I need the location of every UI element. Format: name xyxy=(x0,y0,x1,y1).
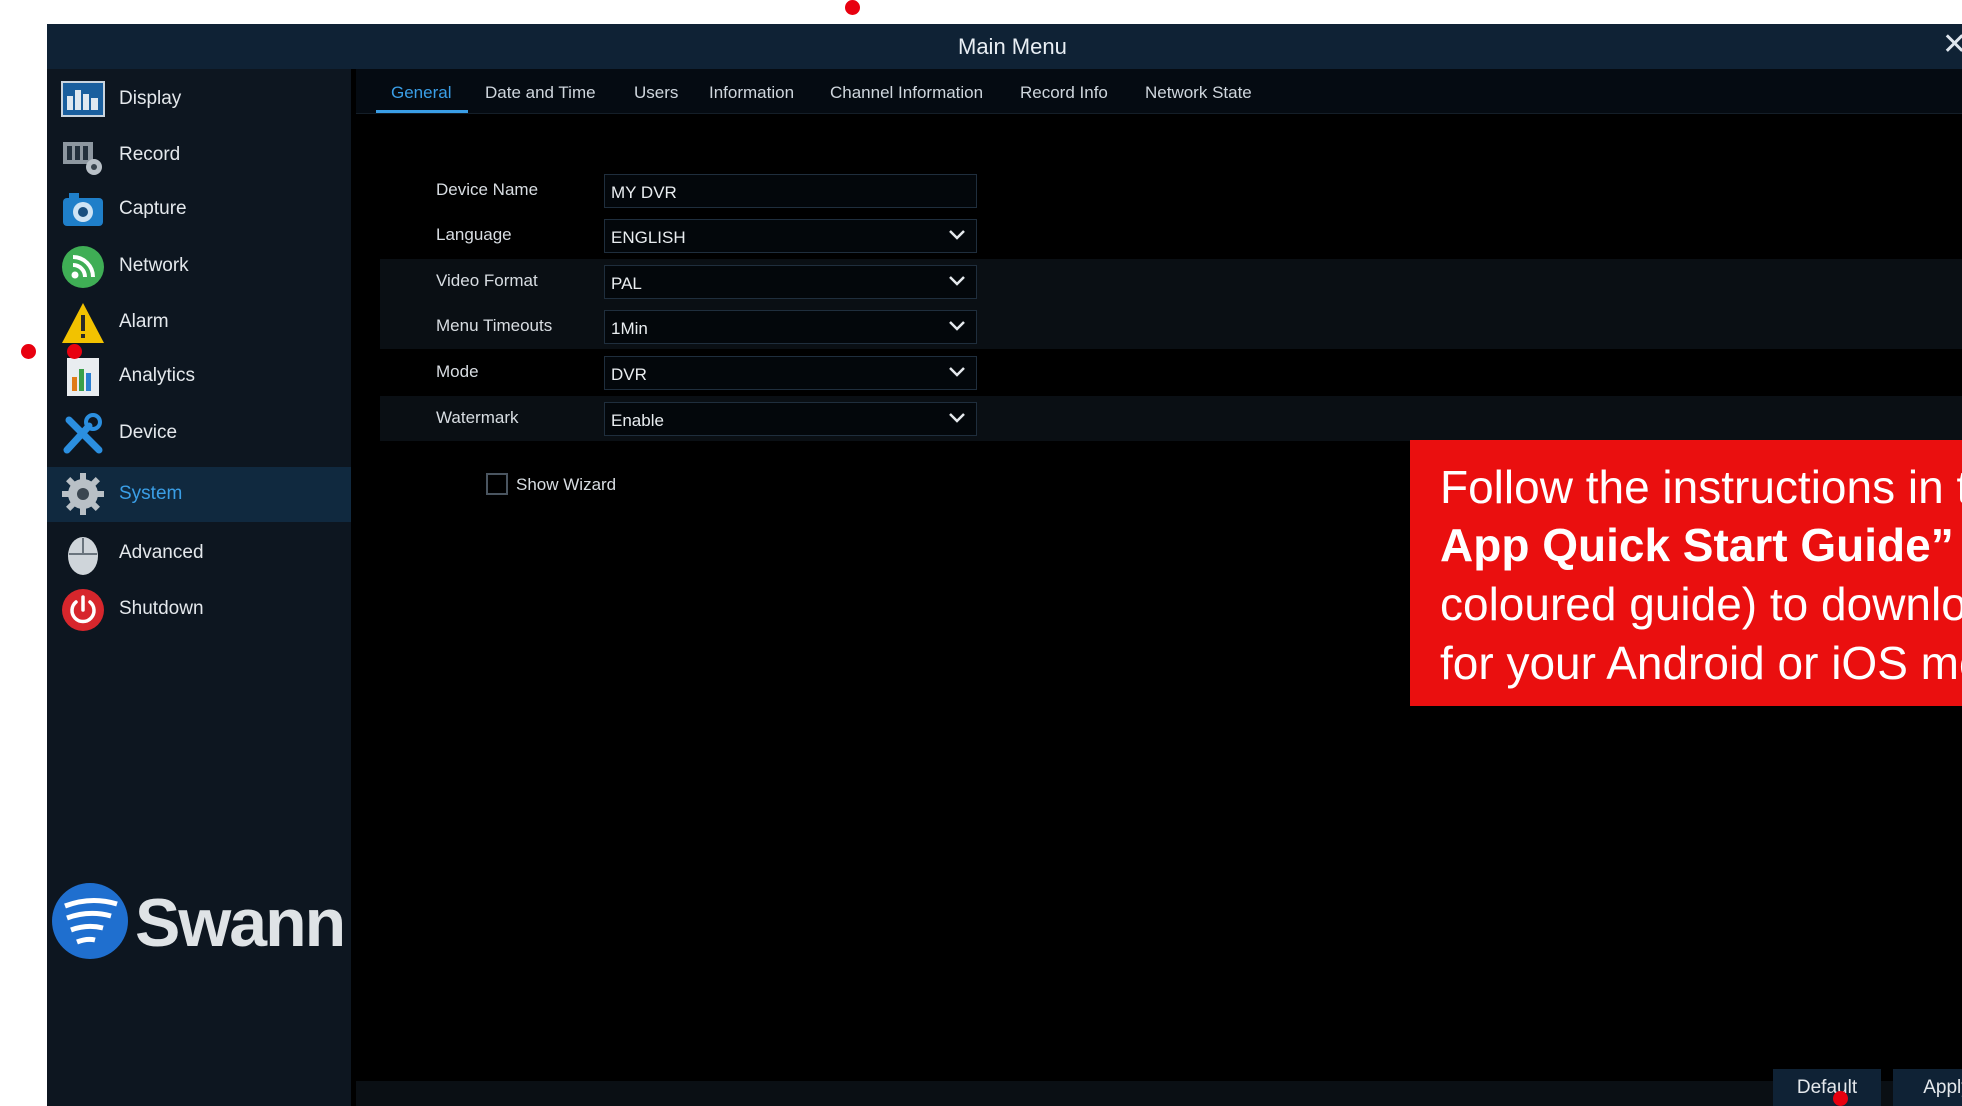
sidebar-item-analytics[interactable]: Analytics xyxy=(47,351,351,403)
video-format-label: Video Format xyxy=(436,271,538,290)
gear-icon xyxy=(62,473,104,515)
form-row-mode: Mode DVR xyxy=(380,350,1962,395)
video-format-select[interactable]: PAL xyxy=(604,265,977,299)
swann-logo-text: Swann xyxy=(135,885,346,961)
sidebar-item-label: Display xyxy=(119,88,182,109)
tab-network-state[interactable]: Network State xyxy=(1145,83,1252,103)
sidebar-item-record[interactable]: Record xyxy=(47,130,351,182)
window-title: Main Menu xyxy=(958,34,1067,59)
sidebar-item-network[interactable]: Network xyxy=(47,241,351,293)
sidebar-item-system[interactable]: System xyxy=(47,467,351,522)
tab-record-info[interactable]: Record Info xyxy=(1020,83,1108,103)
watermark-value: Enable xyxy=(611,411,664,430)
sidebar-item-display[interactable]: Display xyxy=(47,74,351,126)
sidebar-item-label: Advanced xyxy=(119,542,204,563)
sidebar: Display Record Capture Network Alarm Ana… xyxy=(47,69,351,1106)
watermark-select[interactable]: Enable xyxy=(604,402,977,436)
marker-dot xyxy=(1833,1091,1848,1106)
tab-channel-information[interactable]: Channel Information xyxy=(830,83,983,103)
mode-select[interactable]: DVR xyxy=(604,356,977,390)
title-bar: Main Menu ✕ xyxy=(47,24,1962,69)
instruction-callout: Follow the instructions in the App Quick… xyxy=(1410,440,1962,706)
form-row-menu-timeouts: Menu Timeouts 1Min xyxy=(380,304,1962,349)
menu-timeouts-value: 1Min xyxy=(611,319,648,338)
sidebar-item-label: Device xyxy=(119,422,178,443)
sidebar-item-advanced[interactable]: Advanced xyxy=(47,528,351,580)
callout-line: Follow the instructions in the xyxy=(1440,461,1962,513)
tab-users[interactable]: Users xyxy=(634,83,678,103)
device-name-value: MY DVR xyxy=(611,183,677,202)
sidebar-item-label: Shutdown xyxy=(119,598,204,619)
display-icon xyxy=(61,81,105,117)
tab-information[interactable]: Information xyxy=(709,83,794,103)
tab-date-and-time[interactable]: Date and Time xyxy=(485,83,596,103)
marker-dot xyxy=(845,0,860,15)
sidebar-item-label: Record xyxy=(119,144,181,165)
default-button[interactable]: Default xyxy=(1773,1069,1881,1106)
mode-value: DVR xyxy=(611,365,647,384)
watermark-label: Watermark xyxy=(436,408,519,427)
chevron-down-icon xyxy=(949,321,965,331)
sidebar-item-label: Network xyxy=(119,255,189,276)
tab-general[interactable]: General xyxy=(391,83,451,103)
mode-label: Mode xyxy=(436,362,479,381)
sidebar-item-label: System xyxy=(119,483,183,504)
video-format-value: PAL xyxy=(611,274,642,293)
callout-line: coloured guide) to download xyxy=(1440,578,1962,630)
tab-bar: General Date and Time Users Information … xyxy=(356,69,1962,114)
record-icon xyxy=(63,142,102,175)
apply-button[interactable]: Apply xyxy=(1893,1069,1962,1106)
callout-line: for your Android or iOS mobile xyxy=(1440,637,1962,689)
sidebar-item-capture[interactable]: Capture xyxy=(47,184,351,236)
language-value: ENGLISH xyxy=(611,228,686,247)
device-name-label: Device Name xyxy=(436,180,539,199)
form-row-device-name: Device Name MY DVR xyxy=(380,168,1962,213)
alarm-warning-icon xyxy=(62,303,104,343)
sidebar-item-label: Analytics xyxy=(119,365,196,386)
sidebar-item-device[interactable]: Device xyxy=(47,408,351,460)
chevron-down-icon xyxy=(949,413,965,423)
language-label: Language xyxy=(436,225,512,244)
chevron-down-icon xyxy=(949,230,965,240)
menu-timeouts-select[interactable]: 1Min xyxy=(604,310,977,344)
form-row-video-format: Video Format PAL xyxy=(380,259,1962,304)
marker-dot xyxy=(67,344,82,359)
footer-bar xyxy=(356,1081,1962,1106)
device-name-input[interactable]: MY DVR xyxy=(604,174,977,208)
sidebar-item-alarm[interactable]: Alarm xyxy=(47,297,351,349)
callout-line: App Quick Start Guide” ( xyxy=(1440,519,1962,571)
marker-dot xyxy=(21,344,36,359)
sidebar-item-shutdown[interactable]: Shutdown xyxy=(47,584,351,636)
swann-logo: Swann xyxy=(51,882,346,965)
active-tab-indicator xyxy=(376,110,468,113)
chevron-down-icon xyxy=(949,367,965,377)
form-row-watermark: Watermark Enable xyxy=(380,396,1962,441)
network-icon xyxy=(62,246,104,288)
chevron-down-icon xyxy=(949,276,965,286)
sidebar-item-label: Alarm xyxy=(119,311,169,332)
swann-logo-icon xyxy=(52,883,128,959)
mouse-icon xyxy=(68,537,98,575)
form-row-language: Language ENGLISH xyxy=(380,213,1962,258)
show-wizard-checkbox[interactable] xyxy=(486,473,508,495)
device-tools-icon xyxy=(63,413,103,454)
language-select[interactable]: ENGLISH xyxy=(604,219,977,253)
show-wizard-label: Show Wizard xyxy=(516,475,617,494)
sidebar-item-label: Capture xyxy=(119,198,187,219)
menu-timeouts-label: Menu Timeouts xyxy=(436,316,553,335)
analytics-icon xyxy=(67,358,99,396)
camera-icon xyxy=(63,193,103,226)
power-icon xyxy=(62,589,104,631)
close-icon[interactable]: ✕ xyxy=(1942,30,1962,60)
